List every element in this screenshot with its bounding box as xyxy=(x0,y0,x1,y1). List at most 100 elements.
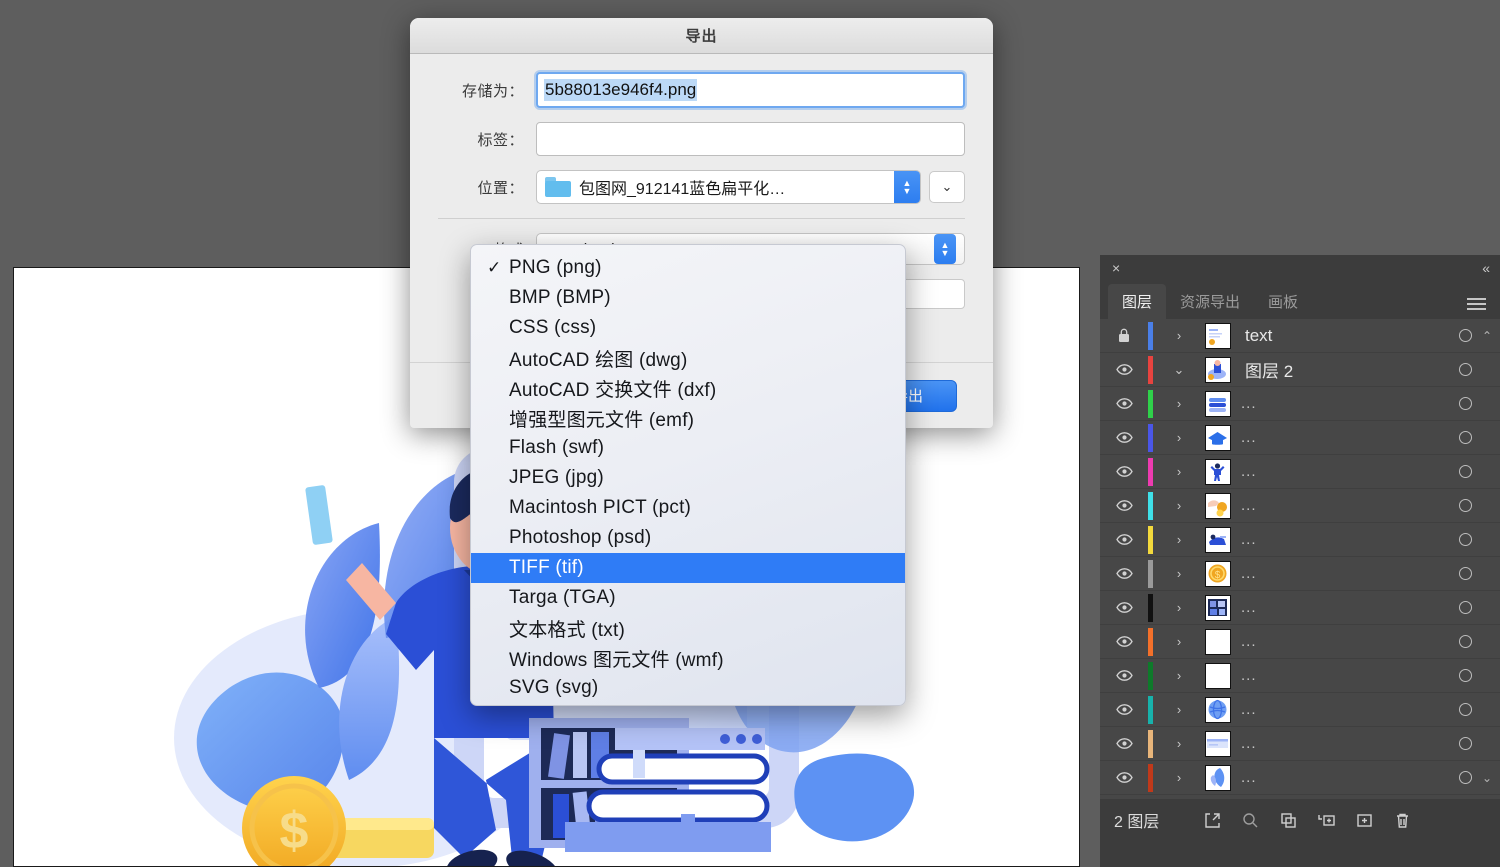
panel-tab-画板[interactable]: 画板 xyxy=(1254,284,1312,319)
layer-row[interactable]: ›... xyxy=(1100,693,1500,727)
format-menu-item[interactable]: AutoCAD 绘图 (dwg) xyxy=(471,343,905,373)
delete-layer-icon[interactable] xyxy=(1383,812,1421,829)
layer-target-circle[interactable] xyxy=(1430,737,1500,750)
layer-name-ellipsis: ... xyxy=(1241,735,1257,752)
eye-icon[interactable] xyxy=(1100,466,1148,477)
layer-row[interactable]: ›... xyxy=(1100,591,1500,625)
chevron-right-icon[interactable]: › xyxy=(1153,702,1205,717)
layer-name[interactable]: 图层 2 xyxy=(1231,357,1430,382)
format-menu-item[interactable]: Targa (TGA) xyxy=(471,583,905,613)
eye-icon[interactable] xyxy=(1100,636,1148,647)
layer-row[interactable]: ›... xyxy=(1100,489,1500,523)
save-as-input[interactable]: 5b88013e946f4.png xyxy=(536,72,965,108)
format-menu-item[interactable]: 文本格式 (txt) xyxy=(471,613,905,643)
layer-row[interactable]: ›... ⌄ xyxy=(1100,761,1500,795)
chevron-right-icon[interactable]: › xyxy=(1153,634,1205,649)
eye-icon[interactable] xyxy=(1100,772,1148,783)
layer-target-circle[interactable] xyxy=(1430,533,1500,546)
scroll-down-icon[interactable]: ⌄ xyxy=(1482,771,1492,785)
panel-tab-图层[interactable]: 图层 xyxy=(1108,284,1167,319)
layer-name-ellipsis: ... xyxy=(1241,429,1257,446)
eye-icon[interactable] xyxy=(1100,364,1148,375)
layer-row[interactable]: ›... xyxy=(1100,659,1500,693)
format-menu-item[interactable]: ✓ PNG (png) xyxy=(471,253,905,283)
duplicate-layer-icon[interactable] xyxy=(1269,812,1307,829)
hamburger-icon[interactable] xyxy=(1467,298,1486,310)
layer-target-circle[interactable] xyxy=(1430,465,1500,478)
layer-name[interactable]: text xyxy=(1231,326,1430,346)
layer-target-circle[interactable] xyxy=(1430,635,1500,648)
panel-tab-资源导出[interactable]: 资源导出 xyxy=(1166,284,1254,319)
release-to-layers-icon[interactable] xyxy=(1193,812,1231,829)
format-menu-item[interactable]: Macintosh PICT (pct) xyxy=(471,493,905,523)
format-menu-item[interactable]: Windows 图元文件 (wmf) xyxy=(471,643,905,673)
layer-target-circle[interactable] xyxy=(1430,431,1500,444)
format-menu-item[interactable]: Flash (swf) xyxy=(471,433,905,463)
eye-icon[interactable] xyxy=(1100,500,1148,511)
layers-panel[interactable]: × « 图层 资源导出 画板 › text ⌃ ⌄ 图层 2 ›... ›... ›... ›...… xyxy=(1100,255,1500,867)
eye-icon[interactable] xyxy=(1100,432,1148,443)
new-layer-icon[interactable] xyxy=(1345,812,1383,829)
format-menu-item-label: Targa (TGA) xyxy=(509,587,616,608)
format-menu-item[interactable]: 增强型图元文件 (emf) xyxy=(471,403,905,433)
format-menu-item[interactable]: CSS (css) xyxy=(471,313,905,343)
layer-row[interactable]: ›... xyxy=(1100,523,1500,557)
layer-target-circle[interactable] xyxy=(1430,499,1500,512)
collapse-panel-icon[interactable]: « xyxy=(1482,260,1490,276)
chevron-right-icon[interactable]: › xyxy=(1153,770,1205,785)
chevron-right-icon[interactable]: › xyxy=(1153,566,1205,581)
lock-icon[interactable] xyxy=(1100,328,1148,343)
eye-icon[interactable] xyxy=(1100,738,1148,749)
format-menu-item-label: BMP (BMP) xyxy=(509,287,611,308)
format-menu-item[interactable]: AutoCAD 交换文件 (dxf) xyxy=(471,373,905,403)
layer-target-circle[interactable] xyxy=(1430,669,1500,682)
eye-icon[interactable] xyxy=(1100,704,1148,715)
layer-row[interactable]: › text ⌃ xyxy=(1100,319,1500,353)
close-icon[interactable]: × xyxy=(1112,260,1120,276)
eye-icon[interactable] xyxy=(1100,602,1148,613)
chevron-down-icon[interactable]: ⌄ xyxy=(1153,362,1205,378)
format-menu-item-label: AutoCAD 绘图 (dwg) xyxy=(509,349,688,371)
layer-thumbnail xyxy=(1205,696,1231,723)
new-sublayer-icon[interactable] xyxy=(1307,812,1345,829)
format-popup-arrow-icon: ▲ ▼ xyxy=(934,234,956,264)
chevron-right-icon[interactable]: › xyxy=(1153,430,1205,445)
expand-browser-button[interactable]: ⌄ xyxy=(929,171,965,203)
eye-icon[interactable] xyxy=(1100,398,1148,409)
location-select[interactable]: 包图网_912141蓝色扁平化… ▲ ▼ xyxy=(536,170,921,204)
layer-row[interactable]: ⌄ 图层 2 xyxy=(1100,353,1500,387)
layer-target-circle[interactable] xyxy=(1430,703,1500,716)
format-menu-item[interactable]: Photoshop (psd) xyxy=(471,523,905,553)
layer-row[interactable]: ›... xyxy=(1100,455,1500,489)
eye-icon[interactable] xyxy=(1100,534,1148,545)
layer-row[interactable]: ›... xyxy=(1100,421,1500,455)
chevron-right-icon[interactable]: › xyxy=(1153,736,1205,751)
layer-list[interactable]: › text ⌃ ⌄ 图层 2 ›... ›... ›... ›... ›... › $... ›...… xyxy=(1100,319,1500,799)
chevron-right-icon[interactable]: › xyxy=(1153,498,1205,513)
format-menu-item[interactable]: SVG (svg) xyxy=(471,673,905,703)
layer-row[interactable]: ›... xyxy=(1100,625,1500,659)
layer-target-circle[interactable] xyxy=(1430,363,1500,376)
locate-object-icon[interactable] xyxy=(1231,812,1269,829)
layer-target-circle[interactable] xyxy=(1430,397,1500,410)
scroll-up-icon[interactable]: ⌃ xyxy=(1482,329,1492,343)
format-menu-item[interactable]: TIFF (tif) xyxy=(471,553,905,583)
layer-target-circle[interactable] xyxy=(1430,567,1500,580)
eye-icon[interactable] xyxy=(1100,670,1148,681)
chevron-right-icon[interactable]: › xyxy=(1153,464,1205,479)
layer-row[interactable]: ›... xyxy=(1100,727,1500,761)
tags-input[interactable] xyxy=(536,122,965,156)
chevron-right-icon[interactable]: › xyxy=(1153,600,1205,615)
location-stepper[interactable]: ▲ ▼ xyxy=(894,171,920,203)
chevron-right-icon[interactable]: › xyxy=(1153,532,1205,547)
eye-icon[interactable] xyxy=(1100,568,1148,579)
chevron-right-icon[interactable]: › xyxy=(1153,396,1205,411)
layer-row[interactable]: › $... xyxy=(1100,557,1500,591)
chevron-right-icon[interactable]: › xyxy=(1153,328,1205,343)
format-menu-item[interactable]: JPEG (jpg) xyxy=(471,463,905,493)
format-dropdown-menu[interactable]: ✓ PNG (png) BMP (BMP) CSS (css) AutoCAD 绘图 (… xyxy=(470,244,906,706)
layer-target-circle[interactable] xyxy=(1430,601,1500,614)
layer-row[interactable]: ›... xyxy=(1100,387,1500,421)
format-menu-item[interactable]: BMP (BMP) xyxy=(471,283,905,313)
chevron-right-icon[interactable]: › xyxy=(1153,668,1205,683)
